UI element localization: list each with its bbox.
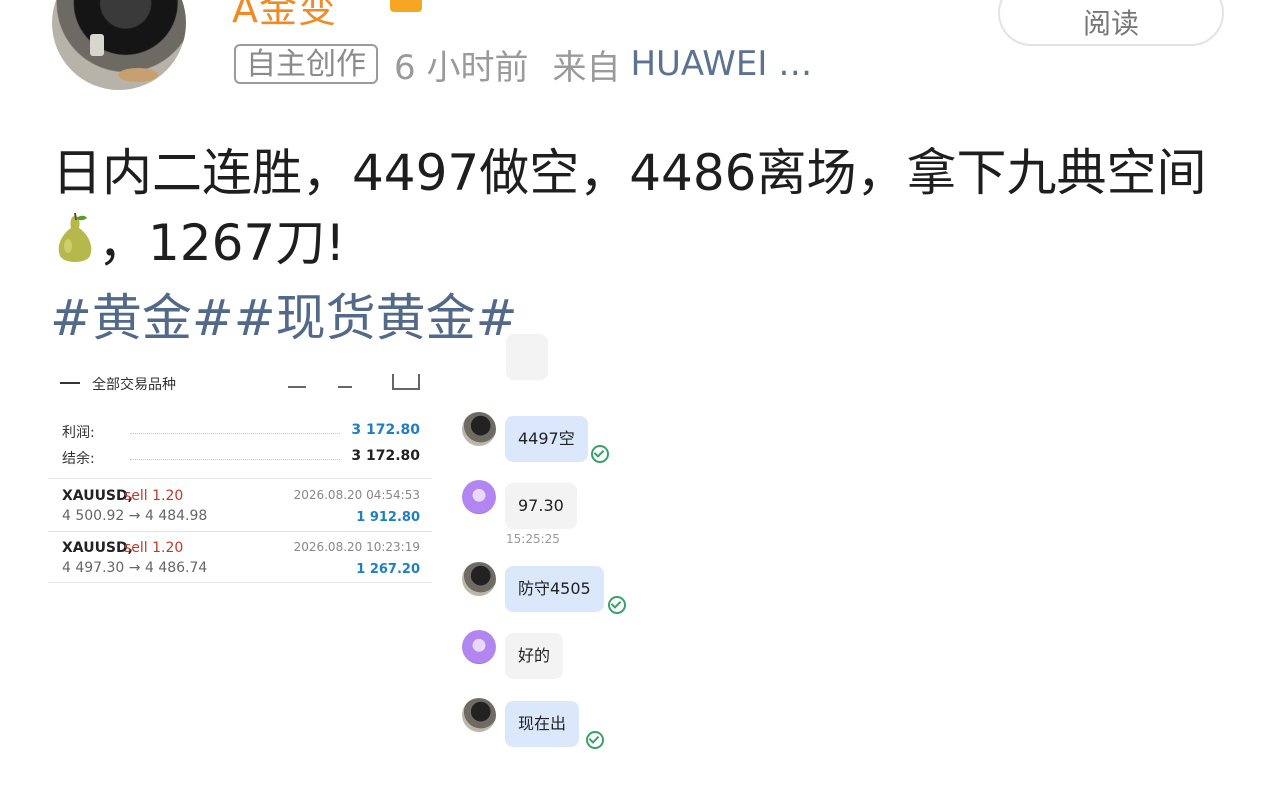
avatar-cup: [90, 34, 104, 56]
balance-label: 结余:: [62, 451, 95, 467]
deal-side: sell 1.20: [124, 488, 184, 504]
post-time: 6 小时前: [394, 47, 529, 88]
profit-label: 利润:: [62, 425, 95, 441]
chat-bubble-partial: [506, 334, 548, 380]
calendar-icon: [338, 376, 352, 388]
chat-avatar-me: [462, 412, 496, 446]
chat-avatar-me: [462, 562, 496, 596]
symbols-header: 全部交易品种: [92, 377, 176, 393]
profit-leader: [130, 433, 340, 434]
post-meta: 自主创作 6 小时前 来自 HUAWEI …: [234, 42, 812, 88]
source-device[interactable]: HUAWEI …: [630, 44, 812, 84]
deal-side: sell 1.20: [124, 540, 184, 556]
chat-image[interactable]: 4497空 97.30 15:25:25 防守4505 好的 现在出: [462, 334, 662, 770]
chat-avatar-other: [462, 480, 496, 514]
deal-row[interactable]: XAUUSD, sell 1.20 2026.08.20 04:54:53 4 …: [62, 488, 420, 534]
deal-prices: 4 497.30 → 4 486.74: [62, 560, 208, 576]
post-text-tail: ，1267刀!: [98, 214, 346, 272]
divider: [48, 531, 432, 532]
deal-profit: 1 267.20: [356, 562, 420, 577]
deal-datetime: 2026.08.20 04:54:53: [293, 488, 420, 502]
check-icon: [608, 596, 626, 614]
username[interactable]: A金变: [232, 0, 337, 33]
balance-value: 3 172.80: [351, 448, 420, 464]
chat-bubble-mine: 4497空: [505, 416, 588, 462]
menu-icon: [60, 382, 80, 384]
chat-avatar-other: [462, 630, 496, 664]
post-text-main: 日内二连胜，4497做空，4486离场，拿下九典空间: [52, 144, 1207, 202]
divider: [48, 478, 432, 479]
chat-bubble-mine: 现在出: [505, 701, 580, 747]
user-avatar[interactable]: [52, 0, 186, 90]
hashtag-links[interactable]: #黄金##现货黄金#: [50, 286, 518, 350]
pear-emoji-icon: [52, 212, 98, 266]
profit-value: 3 172.80: [351, 422, 420, 438]
deal-row[interactable]: XAUUSD, sell 1.20 2026.08.20 10:23:19 4 …: [62, 540, 420, 586]
sort-icon: [288, 376, 306, 388]
balance-leader: [130, 459, 340, 460]
chat-bubble-mine: 防守4505: [505, 566, 604, 612]
export-icon: [392, 374, 420, 390]
chat-bubble-other: 97.30: [505, 483, 577, 529]
read-button[interactable]: 阅读: [998, 0, 1224, 46]
deal-profit: 1 912.80: [356, 510, 420, 525]
profit-row: 利润: 3 172.80: [62, 422, 420, 444]
chat-avatar-me: [462, 698, 496, 732]
deal-datetime: 2026.08.20 10:23:19: [293, 540, 420, 554]
check-icon: [591, 445, 609, 463]
post-text: 日内二连胜，4497做空，4486离场，拿下九典空间 ，1267刀!: [52, 138, 1222, 278]
original-tag: 自主创作: [234, 44, 378, 84]
check-icon: [586, 731, 604, 749]
chat-bubble-other: 好的: [505, 633, 564, 679]
divider: [48, 582, 432, 583]
deal-prices: 4 500.92 → 4 484.98: [62, 508, 208, 524]
source-prefix: 来自: [552, 47, 621, 88]
trade-history-image[interactable]: 全部交易品种 利润: 3 172.80 结余: 3 172.80 XAUUSD,…: [48, 370, 432, 586]
balance-row: 结余: 3 172.80: [62, 448, 420, 470]
vip-badge-icon: [390, 0, 422, 12]
message-time: 15:25:25: [506, 532, 560, 546]
deal-symbol: XAUUSD,: [62, 488, 133, 504]
avatar-plate: [118, 68, 158, 82]
deal-symbol: XAUUSD,: [62, 540, 133, 556]
